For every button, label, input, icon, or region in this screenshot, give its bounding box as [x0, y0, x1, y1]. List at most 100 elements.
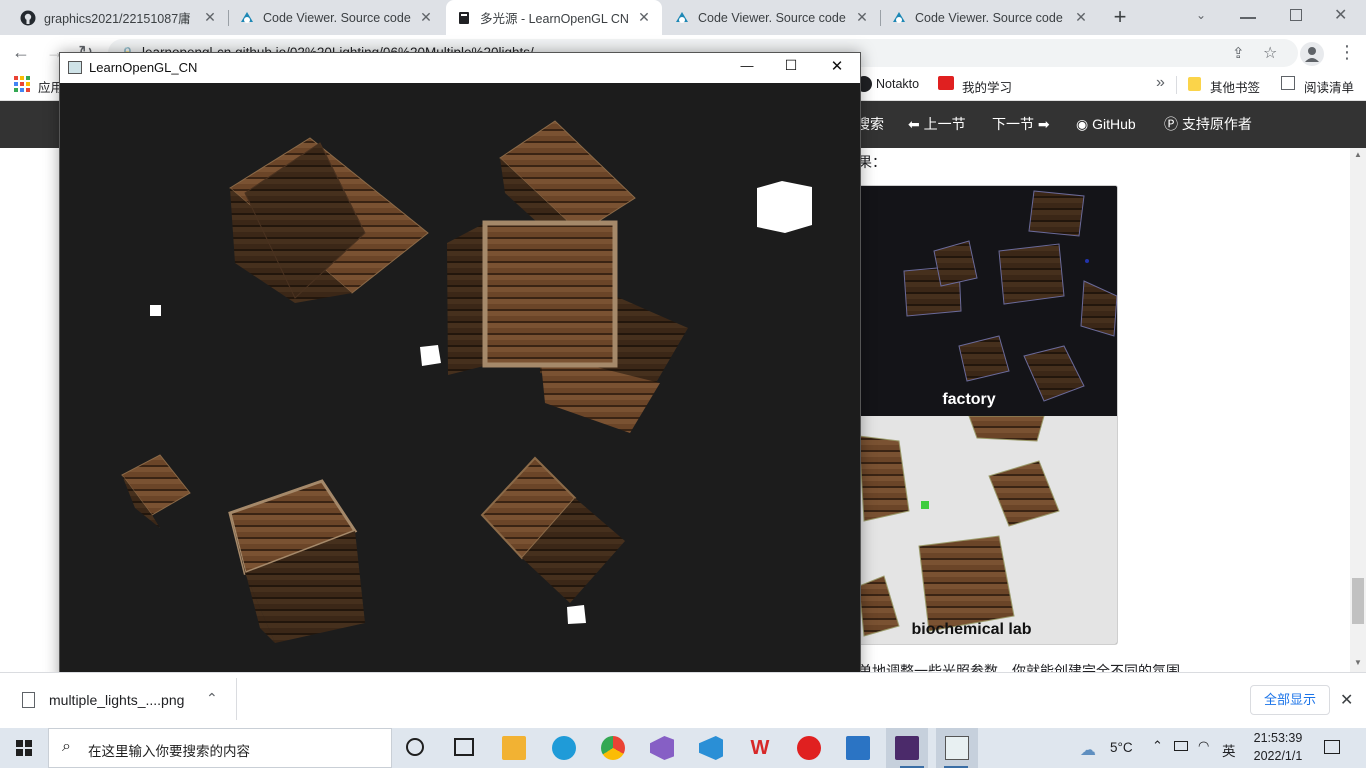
bookmark-divider: [1176, 76, 1177, 94]
tab-title: Code Viewer. Source code: [263, 10, 411, 25]
crate-5: [228, 479, 365, 643]
weather-temperature[interactable]: 5°C: [1110, 740, 1133, 755]
scroll-up-arrow-icon[interactable]: ▲: [1354, 150, 1362, 159]
clock-time[interactable]: 21:53:39: [1252, 731, 1304, 745]
code-viewer-icon: [239, 10, 255, 26]
edge-icon[interactable]: [552, 736, 576, 760]
caption-biochemical-lab: biochemical lab: [911, 621, 1032, 638]
nav-next-label: 下一节: [992, 116, 1034, 132]
download-shelf: [0, 672, 1366, 729]
close-tab-icon[interactable]: ✕: [636, 9, 652, 26]
gl-minimize-button[interactable]: —: [732, 58, 762, 73]
wifi-icon[interactable]: ◠: [1198, 738, 1209, 754]
opengl-app-icon: [945, 736, 969, 760]
light-cube-2: [150, 305, 161, 316]
close-tab-icon[interactable]: ✕: [202, 9, 218, 26]
window-restore-icon[interactable]: [1290, 9, 1302, 21]
bookmark-study[interactable]: 我的学习: [962, 77, 1012, 96]
light-cube-3: [420, 345, 441, 366]
opengl-window[interactable]: LearnOpenGL_CN — ☐ ✕: [59, 52, 861, 684]
windows-start-icon[interactable]: [16, 740, 32, 756]
tab-search-chevron-icon[interactable]: ⌄: [1196, 8, 1214, 26]
tab-title: 多光源 - LearnOpenGL CN: [480, 12, 629, 26]
task-view-icon[interactable]: [454, 738, 474, 756]
share-icon[interactable]: ⇪: [1232, 44, 1245, 62]
menu-kebab-icon[interactable]: ⋮: [1338, 42, 1356, 63]
nav-next-link[interactable]: 下一节 ➡: [992, 101, 1050, 148]
close-tab-icon[interactable]: ✕: [854, 9, 870, 26]
folder-icon: [1188, 77, 1201, 91]
biochemical-lab-panel: biochemical lab: [859, 415, 1117, 644]
arrow-left-icon: ⬅: [908, 116, 924, 132]
opengl-window-title: LearnOpenGL_CN: [89, 60, 198, 75]
cortana-icon[interactable]: [406, 738, 424, 756]
chrome-icon[interactable]: [601, 736, 625, 760]
netease-music-icon[interactable]: [797, 736, 821, 760]
profile-avatar[interactable]: [1300, 42, 1324, 66]
nav-github-link[interactable]: ◉ GitHub: [1076, 101, 1136, 148]
book-icon: [456, 10, 472, 26]
file-icon: [22, 692, 35, 708]
browser-tab-4[interactable]: Code Viewer. Source code ✕: [664, 0, 880, 35]
study-bookmark-icon: [938, 76, 954, 90]
reading-list[interactable]: 阅读清单: [1304, 77, 1354, 96]
photos-icon[interactable]: [846, 736, 870, 760]
search-icon: ⌕: [62, 738, 71, 755]
battery-icon[interactable]: [1174, 741, 1188, 751]
apps-grid-icon[interactable]: [14, 76, 30, 92]
crate-1: [229, 137, 429, 303]
app-window-icon: [68, 61, 82, 74]
close-shelf-icon[interactable]: ✕: [1340, 690, 1353, 710]
crate-4: [121, 454, 191, 528]
window-minimize-icon[interactable]: [1240, 17, 1256, 19]
nav-prev-label: 上一节: [923, 116, 966, 132]
taskbar-search-placeholder: 在这里输入你要搜索的内容: [88, 744, 250, 759]
github-icon: ◉: [1076, 116, 1093, 132]
back-arrow-icon[interactable]: ←: [12, 42, 30, 63]
code-viewer-icon: [674, 10, 690, 26]
clock-date[interactable]: 2022/1/1: [1248, 749, 1308, 763]
cloud-weather-icon[interactable]: ☁: [1080, 740, 1096, 760]
star-icon[interactable]: ☆: [1263, 43, 1277, 63]
nav-prev-link[interactable]: ⬅ 上一节: [908, 101, 966, 148]
opengl-render-canvas[interactable]: [60, 83, 860, 683]
download-divider: [236, 678, 237, 720]
terminal-icon: [895, 736, 919, 760]
notification-icon[interactable]: [1324, 740, 1340, 754]
browser-tab-2[interactable]: Code Viewer. Source code ✕: [229, 0, 444, 35]
article-text-fragment: 果：: [858, 154, 886, 170]
gl-maximize-button[interactable]: ☐: [776, 57, 806, 74]
nav-github-label: GitHub: [1092, 116, 1136, 132]
window-close-icon[interactable]: ✕: [1334, 5, 1347, 25]
tab-title: Code Viewer. Source code: [915, 10, 1063, 25]
wps-icon[interactable]: W: [748, 736, 772, 760]
bookmark-notakto[interactable]: Notakto: [876, 77, 919, 91]
gl-close-button[interactable]: ✕: [822, 57, 852, 75]
rendered-scene: [121, 120, 812, 643]
close-tab-icon[interactable]: ✕: [1073, 9, 1089, 26]
browser-tab-3-active[interactable]: 多光源 - LearnOpenGL CN ✕: [446, 0, 662, 35]
paypal-icon: Ⓟ: [1164, 116, 1182, 132]
other-bookmarks[interactable]: 其他书签: [1210, 77, 1260, 96]
browser-tab-5[interactable]: Code Viewer. Source code ✕: [881, 0, 1099, 35]
nav-support-label: 支持原作者: [1181, 116, 1252, 132]
nav-support-link[interactable]: Ⓟ 支持原作者: [1164, 101, 1252, 148]
show-all-downloads-button[interactable]: 全部显示: [1250, 685, 1330, 715]
scrollbar-thumb[interactable]: [1352, 578, 1364, 624]
more-bookmarks-chevron[interactable]: »: [1156, 74, 1165, 92]
close-tab-icon[interactable]: ✕: [418, 9, 434, 26]
article-bottom-text: 单地调整一些光照参数，你就能创建完全不同的氛围。: [858, 663, 1194, 672]
crate-3: [447, 220, 688, 433]
opengl-window-titlebar[interactable]: LearnOpenGL_CN — ☐ ✕: [60, 53, 860, 83]
scroll-down-arrow-icon[interactable]: ▼: [1354, 658, 1362, 667]
file-explorer-icon[interactable]: [502, 736, 526, 760]
factory-panel: factory: [859, 186, 1117, 416]
ime-language[interactable]: 英: [1222, 740, 1236, 760]
tray-chevron-icon[interactable]: ⌃: [1152, 738, 1163, 754]
download-filename[interactable]: multiple_lights_....png: [49, 692, 184, 708]
code-viewer-icon: [891, 10, 907, 26]
lighting-examples-image: factory biochemical lab: [858, 185, 1118, 645]
download-options-chevron-icon[interactable]: ⌃: [206, 690, 218, 707]
browser-tab-1[interactable]: graphics2021/22151087庸 ✕: [10, 0, 228, 35]
new-tab-button[interactable]: +: [1108, 5, 1132, 29]
